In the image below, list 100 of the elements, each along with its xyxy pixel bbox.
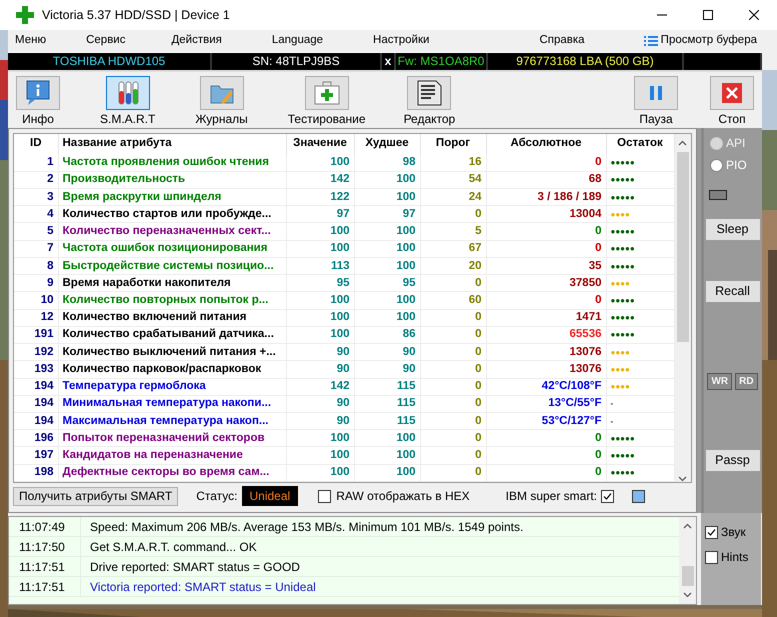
status-label: Статус: <box>196 488 238 505</box>
table-cell: 90 <box>286 344 354 361</box>
buffer-view-link[interactable]: Просмотр буфера <box>660 32 757 50</box>
checkbox-label: Hints <box>721 549 748 566</box>
table-cell: 1471 <box>486 309 606 326</box>
table-cell: 100 <box>286 240 354 258</box>
table-cell: 68 <box>486 171 606 188</box>
table-cell: 100 <box>286 154 354 172</box>
side-button[interactable]: Recall <box>706 281 760 302</box>
side-button[interactable]: Passp <box>706 450 760 471</box>
drive-capacity: 976773168 LBA (500 GB) <box>488 53 684 70</box>
table-cell: 100 <box>354 309 420 326</box>
table-cell: 3 <box>14 188 58 206</box>
table-cell: 115 <box>354 412 420 430</box>
table-cell: Количество парковок/распарковок <box>58 360 286 378</box>
menu-item[interactable]: Меню <box>15 32 46 50</box>
activity-indicator: WR <box>707 373 732 390</box>
table-cell: 0 <box>486 464 606 482</box>
table-cell: 198 <box>14 464 58 482</box>
list-icon <box>644 35 658 47</box>
table-cell: 100 <box>354 430 420 447</box>
radio-label: API <box>726 135 746 152</box>
health-indicator: - <box>606 412 674 430</box>
table-cell: 95 <box>354 274 420 292</box>
table-cell: Частота ошибок позиционирования <box>58 240 286 258</box>
close-drive-button[interactable]: x <box>382 53 396 70</box>
checkbox-label: IBM super smart: <box>506 488 598 505</box>
table-cell: 97 <box>354 206 420 223</box>
table-cell: 65536 <box>486 326 606 344</box>
table-cell: 90 <box>286 395 354 413</box>
table-cell: 13°C/55°F <box>486 395 606 413</box>
table-cell: 5 <box>420 222 486 240</box>
table-cell: Количество выключений питания +... <box>58 344 286 361</box>
health-indicator: ●●●●● <box>606 430 674 447</box>
get-smart-button[interactable]: Получить атрибуты SMART <box>13 486 178 506</box>
table-cell: 0 <box>420 446 486 464</box>
table-cell: 0 <box>420 360 486 378</box>
radio-button[interactable] <box>710 158 723 172</box>
menu-item[interactable]: Настройки <box>373 32 430 50</box>
app-logo-icon <box>16 6 34 24</box>
health-indicator: - <box>606 395 674 413</box>
health-indicator: ●●●● <box>606 378 674 396</box>
table-cell: 3 / 186 / 189 <box>486 188 606 206</box>
column-header[interactable]: Абсолютное <box>486 134 606 154</box>
status-badge: Unideal <box>242 486 298 506</box>
table-cell: 0 <box>420 326 486 344</box>
table-cell: Количество стартов или пробужде... <box>58 206 286 223</box>
table-cell: 0 <box>420 206 486 223</box>
scrollbar-thumb[interactable] <box>676 152 689 342</box>
table-cell: 0 <box>420 430 486 447</box>
column-header[interactable]: Название атрибута <box>58 134 286 154</box>
table-cell: Количество включений питания <box>58 309 286 326</box>
table-cell: 0 <box>420 412 486 430</box>
table-cell: 1 <box>14 154 58 172</box>
table-cell: 0 <box>486 292 606 310</box>
table-cell: 100 <box>286 464 354 482</box>
column-header[interactable]: ID <box>14 134 58 154</box>
table-cell: 193 <box>14 360 58 378</box>
table-cell: Производительность <box>58 171 286 188</box>
table-cell: 100 <box>354 240 420 258</box>
table-cell: 60 <box>420 292 486 310</box>
menu-item[interactable]: Language <box>272 32 324 50</box>
table-cell: 0 <box>420 378 486 396</box>
table-cell: Дефектные секторы во время сам... <box>58 464 286 482</box>
menu-item[interactable]: Справка <box>539 32 585 50</box>
table-cell: 0 <box>486 222 606 240</box>
side-button[interactable]: Sleep <box>706 219 760 240</box>
table-cell: 142 <box>286 378 354 396</box>
table-cell: Попыток переназначений секторов <box>58 430 286 447</box>
checkbox[interactable] <box>705 526 718 538</box>
table-cell: 90 <box>354 344 420 361</box>
scroll-down-icon <box>678 476 688 482</box>
health-indicator: ●●●●● <box>606 309 674 326</box>
table-cell: Количество повторных попыток р... <box>58 292 286 310</box>
column-header[interactable]: Значение <box>286 134 354 154</box>
column-header[interactable]: Порог <box>420 134 486 154</box>
table-cell: 53°C/127°F <box>486 412 606 430</box>
checkbox[interactable] <box>318 490 332 502</box>
vertical-scrollbar[interactable] <box>674 134 691 482</box>
scrollbar-thumb[interactable] <box>682 566 694 586</box>
vertical-scrollbar[interactable] <box>679 517 696 604</box>
menu-item[interactable]: Сервис <box>86 32 126 50</box>
column-header[interactable]: Остаток <box>606 134 674 154</box>
checkbox-label: Звук <box>721 524 746 541</box>
menu-item[interactable]: Действия <box>171 32 222 50</box>
info-icon <box>24 79 52 107</box>
health-indicator: ●●●● <box>606 344 674 361</box>
health-indicator: ●●●●● <box>606 171 674 188</box>
toolbar-button[interactable]: Тестирование <box>288 76 366 126</box>
table-cell: 0 <box>486 154 606 172</box>
table-cell: 54 <box>420 171 486 188</box>
checkbox[interactable] <box>705 550 718 564</box>
column-header[interactable]: Худшее <box>354 134 420 154</box>
table-cell: 0 <box>420 395 486 413</box>
checkbox[interactable] <box>601 490 614 502</box>
color-swatch[interactable] <box>632 490 646 502</box>
table-cell: 90 <box>354 360 420 378</box>
table-cell: 2 <box>14 171 58 188</box>
table-cell: 35 <box>486 257 606 275</box>
table-cell: 90 <box>286 412 354 430</box>
